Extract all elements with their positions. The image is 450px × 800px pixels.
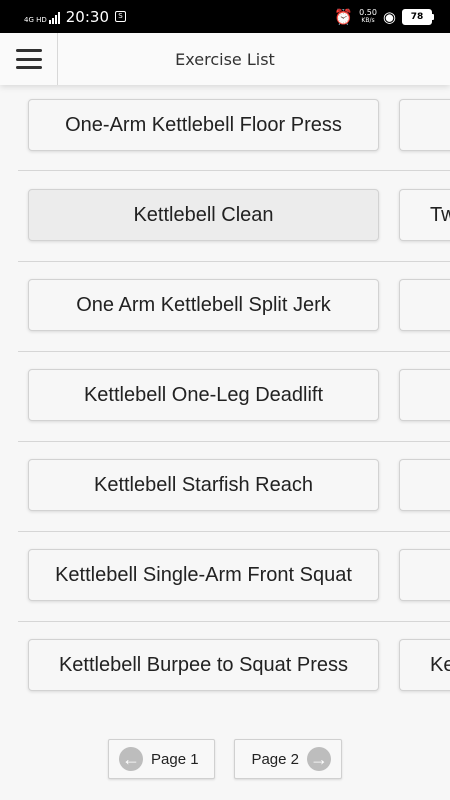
- hamburger-menu-icon: [15, 49, 42, 69]
- page-2-button[interactable]: Page 2 →: [234, 739, 342, 779]
- battery-icon: 78: [402, 8, 434, 25]
- network-speed: 0.50 KB/s: [359, 8, 377, 25]
- status-left: 4G HD 20:30 S: [24, 8, 126, 26]
- page-1-button[interactable]: ← Page 1: [108, 739, 215, 779]
- page-2-label: Page 2: [251, 750, 299, 768]
- status-right: ⏰ 0.50 KB/s ◉ 78: [334, 7, 434, 26]
- exercise-button-one-arm-kettlebell-floor-press[interactable]: One-Arm Kettlebell Floor Press: [28, 99, 379, 151]
- exercise-row: One-Arm Kettlebell Floor Press: [18, 85, 450, 171]
- exercise-button-peek[interactable]: [399, 99, 450, 151]
- exercise-row: Kettlebell Clean Tw: [18, 171, 450, 262]
- network-text: 4G HD: [24, 15, 47, 24]
- exercise-button-peek[interactable]: Tw: [399, 189, 450, 241]
- status-time: 20:30: [65, 7, 109, 26]
- exercise-button-peek[interactable]: Ket: [399, 639, 450, 691]
- arrow-left-circle-icon: ←: [119, 747, 143, 771]
- page-title: Exercise List: [175, 49, 275, 69]
- status-bar: 4G HD 20:30 S ⏰ 0.50 KB/s ◉ 78: [0, 0, 450, 33]
- exercise-button-kettlebell-one-leg-deadlift[interactable]: Kettlebell One-Leg Deadlift: [28, 369, 379, 421]
- exercise-row: Kettlebell Single-Arm Front Squat: [18, 531, 450, 622]
- exercise-row: One Arm Kettlebell Split Jerk: [18, 261, 450, 352]
- exercise-button-peek[interactable]: [399, 549, 450, 601]
- pagination: ← Page 1 Page 2 →: [108, 739, 342, 779]
- exercise-button-kettlebell-clean[interactable]: Kettlebell Clean: [28, 189, 379, 241]
- exercise-button-kettlebell-single-arm-front-squat[interactable]: Kettlebell Single-Arm Front Squat: [28, 549, 379, 601]
- exercise-button-peek[interactable]: [399, 369, 450, 421]
- signal-icon: 4G HD: [24, 10, 60, 24]
- alarm-icon: ⏰: [334, 7, 354, 26]
- exercise-button-peek[interactable]: [399, 459, 450, 511]
- exercise-button-kettlebell-burpee-to-squat-press[interactable]: Kettlebell Burpee to Squat Press: [28, 639, 379, 691]
- exercise-button-peek[interactable]: [399, 279, 450, 331]
- exercise-button-one-arm-kettlebell-split-jerk[interactable]: One Arm Kettlebell Split Jerk: [28, 279, 379, 331]
- app-bar: Exercise List: [0, 33, 450, 85]
- exercise-row: Kettlebell One-Leg Deadlift: [18, 351, 450, 442]
- notification-icon: S: [115, 11, 126, 22]
- arrow-right-circle-icon: →: [307, 747, 331, 771]
- exercise-button-kettlebell-starfish-reach[interactable]: Kettlebell Starfish Reach: [28, 459, 379, 511]
- menu-button[interactable]: [0, 33, 58, 85]
- exercise-row: Kettlebell Starfish Reach: [18, 441, 450, 532]
- exercise-list-container[interactable]: One-Arm Kettlebell Floor Press Kettlebel…: [0, 85, 450, 800]
- battery-level: 78: [410, 11, 424, 22]
- wifi-icon: ◉: [382, 7, 396, 26]
- page-1-label: Page 1: [151, 750, 199, 768]
- exercise-row: Kettlebell Burpee to Squat Press Ket: [18, 621, 450, 711]
